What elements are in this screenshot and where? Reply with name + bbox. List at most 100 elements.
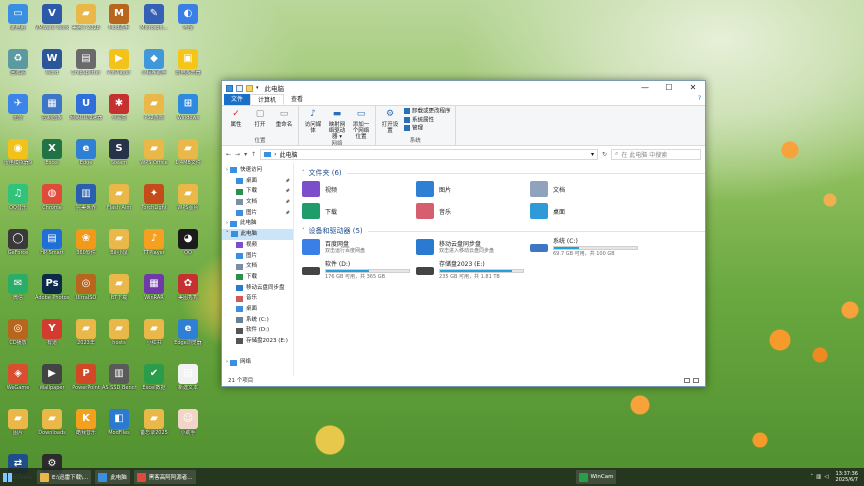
- chevron-right-icon[interactable]: ›: [226, 357, 228, 368]
- desktop-icon[interactable]: ✦ TorchLight: [137, 184, 171, 211]
- tiles-view-icon[interactable]: [693, 378, 699, 383]
- desktop-icon[interactable]: ▰ 美腾了2028: [69, 4, 103, 31]
- ribbon-button[interactable]: ▭ 重命名: [274, 108, 294, 137]
- taskbar-item[interactable]: 黑客高阿阿源者...: [133, 470, 196, 484]
- desktop-icon[interactable]: e Edge浏览器: [171, 319, 205, 346]
- nav-item[interactable]: › 快速访问: [222, 165, 293, 176]
- taskbar-item[interactable]: WinCam: [575, 470, 617, 484]
- chevron-right-icon[interactable]: ˅: [226, 229, 229, 240]
- recent-dropdown-icon[interactable]: ▾: [244, 151, 247, 158]
- chevron-up-icon[interactable]: ˄: [810, 474, 813, 480]
- nav-item[interactable]: 移动云盘同步盘: [222, 283, 293, 294]
- folder-item[interactable]: 音乐: [416, 202, 530, 220]
- folder-item[interactable]: 文档: [530, 180, 644, 198]
- nav-item[interactable]: 下载: [222, 272, 293, 283]
- desktop-icon[interactable]: ✉ 微信: [1, 274, 35, 301]
- desktop-icon[interactable]: ▰ 小红书: [137, 319, 171, 346]
- taskbar-item[interactable]: 此电脑: [95, 470, 130, 484]
- ribbon-button[interactable]: ▬ 映射网络驱动器 ▾: [327, 108, 347, 140]
- desktop-icon[interactable]: ✔ Excel数据: [137, 364, 171, 391]
- pin-icon[interactable]: 📌: [285, 186, 290, 197]
- network-icon[interactable]: ▥: [816, 474, 821, 480]
- tab-view[interactable]: 查看: [284, 94, 310, 105]
- pin-icon[interactable]: 📌: [285, 208, 290, 219]
- nav-item[interactable]: 桌面: [222, 304, 293, 315]
- desktop-icon[interactable]: ♫ QQ音乐: [1, 184, 35, 211]
- desktop-icon[interactable]: P PowerPoint: [69, 364, 103, 391]
- desktop-icon[interactable]: ▰ 2023年: [69, 319, 103, 346]
- nav-item[interactable]: 视频: [222, 240, 293, 251]
- desktop-icon[interactable]: ▰ PS2游戏: [137, 94, 171, 121]
- pin-icon[interactable]: 📌: [285, 176, 290, 187]
- desktop-icon[interactable]: ✈ 迅雷: [1, 94, 35, 121]
- desktop-icon[interactable]: ✱ 小黑盒: [102, 94, 136, 121]
- desktop-icon[interactable]: ▤ ChipSplitter: [69, 49, 103, 76]
- desktop-icon[interactable]: ✿ 美图秀秀: [171, 274, 205, 301]
- desktop-icon[interactable]: ▦ WinRAR: [137, 274, 171, 301]
- desktop-icon[interactable]: ◆ 小程序助手: [137, 49, 171, 76]
- start-button[interactable]: [0, 470, 15, 484]
- devices-section-header[interactable]: ˅ 设备和驱动器 (5): [302, 226, 705, 236]
- desktop-icon[interactable]: ▰ WPS Office: [137, 139, 171, 166]
- minimize-button[interactable]: —: [633, 81, 657, 95]
- folder-item[interactable]: 桌面: [530, 202, 644, 220]
- tab-file[interactable]: 文件: [224, 94, 251, 105]
- desktop-icon[interactable]: Y 有道: [35, 319, 69, 346]
- desktop-icon[interactable]: ◍ Chrome: [35, 184, 69, 211]
- nav-item[interactable]: 图片 📌: [222, 208, 293, 219]
- nav-item[interactable]: 系统 (C:): [222, 315, 293, 326]
- folder-item[interactable]: 视频: [302, 180, 416, 198]
- desktop-icon[interactable]: ◉ 雷电模拟器9: [1, 139, 35, 166]
- desktop-icon[interactable]: ♻ 回收站: [1, 49, 35, 76]
- desktop-icon[interactable]: ▰ hosts: [102, 319, 136, 346]
- desktop-icon[interactable]: U 网易UU加速器: [69, 94, 103, 121]
- desktop-icon[interactable]: ▦ 控制面板: [35, 94, 69, 121]
- desktop-icon[interactable]: ▰ WPS图片: [171, 184, 205, 211]
- address-bar[interactable]: › 此电脑 ▾: [260, 148, 598, 160]
- help-button[interactable]: ?: [694, 94, 705, 105]
- desktop-icon[interactable]: PsAdobe Photoshop: [35, 274, 69, 301]
- desktop-icon[interactable]: S Steam: [102, 139, 136, 166]
- desktop-icon[interactable]: ▰ Bili小鼠: [102, 229, 136, 256]
- desktop-icon[interactable]: ▶ Wallpaper: [35, 364, 69, 391]
- desktop-icon[interactable]: ▭ 此电脑: [1, 4, 35, 31]
- desktop-icon[interactable]: ▥AS SSD Benchmark: [102, 364, 136, 391]
- desktop-icon[interactable]: W Word: [35, 49, 69, 76]
- nav-item[interactable]: [222, 347, 293, 358]
- desktop-icon[interactable]: ◈ WeGame: [1, 364, 35, 391]
- ribbon-button[interactable]: ♪ 访问媒体: [303, 108, 323, 140]
- desktop-icon[interactable]: ❀ 360软件: [69, 229, 103, 256]
- desktop-icon[interactable]: ▥ 完美世界: [69, 184, 103, 211]
- breadcrumb[interactable]: 此电脑: [280, 150, 298, 159]
- desktop-icon[interactable]: ▣ 雷电多开器: [171, 49, 205, 76]
- nav-item[interactable]: ˅ 此电脑: [222, 229, 293, 240]
- nav-item[interactable]: 存储盘2023 (E:): [222, 336, 293, 347]
- ribbon-button[interactable]: ⚙ 打开设置: [380, 108, 400, 137]
- desktop-icon[interactable]: ⊞ Windows: [171, 94, 205, 121]
- nav-item[interactable]: 文档: [222, 261, 293, 272]
- nav-item[interactable]: 桌面 📌: [222, 176, 293, 187]
- nav-item[interactable]: 图片: [222, 251, 293, 262]
- new-folder-icon[interactable]: [246, 84, 253, 92]
- desktop-icon[interactable]: e Edge: [69, 139, 103, 166]
- nav-item[interactable]: › 网络: [222, 357, 293, 368]
- up-icon[interactable]: ↑: [251, 151, 256, 158]
- close-button[interactable]: ✕: [681, 81, 705, 95]
- dropdown-icon[interactable]: ▾: [256, 85, 259, 91]
- desktop-icon[interactable]: ▰ Downloads: [35, 409, 69, 436]
- chevron-right-icon[interactable]: ›: [226, 218, 228, 229]
- drive-item[interactable]: 移动云盘同步盘 双击进入移动云盘同步盘: [416, 238, 530, 258]
- ribbon-small-button[interactable]: 卸载或更改程序: [404, 108, 451, 116]
- clock[interactable]: 13:37:36 2025/6/7: [836, 471, 858, 483]
- ribbon-small-button[interactable]: 管理: [404, 125, 451, 133]
- pin-icon[interactable]: 📌: [285, 197, 290, 208]
- nav-item[interactable]: 音乐: [222, 293, 293, 304]
- desktop-icon[interactable]: ▰ 备忘录2025: [137, 409, 171, 436]
- search-input[interactable]: ⌕ 在 此电脑 中搜索: [611, 148, 701, 160]
- desktop-icon[interactable]: ▤ HP Smart: [35, 229, 69, 256]
- chevron-right-icon[interactable]: ›: [226, 165, 228, 176]
- drive-item[interactable]: 百度网盘 双击运行百度网盘: [302, 238, 416, 258]
- back-icon[interactable]: ←: [226, 151, 231, 158]
- drive-item[interactable]: 软件 (D:) 176 GB 可用，共 365 GB: [302, 261, 416, 281]
- desktop-icon[interactable]: ✎ Microsoft...: [137, 4, 171, 31]
